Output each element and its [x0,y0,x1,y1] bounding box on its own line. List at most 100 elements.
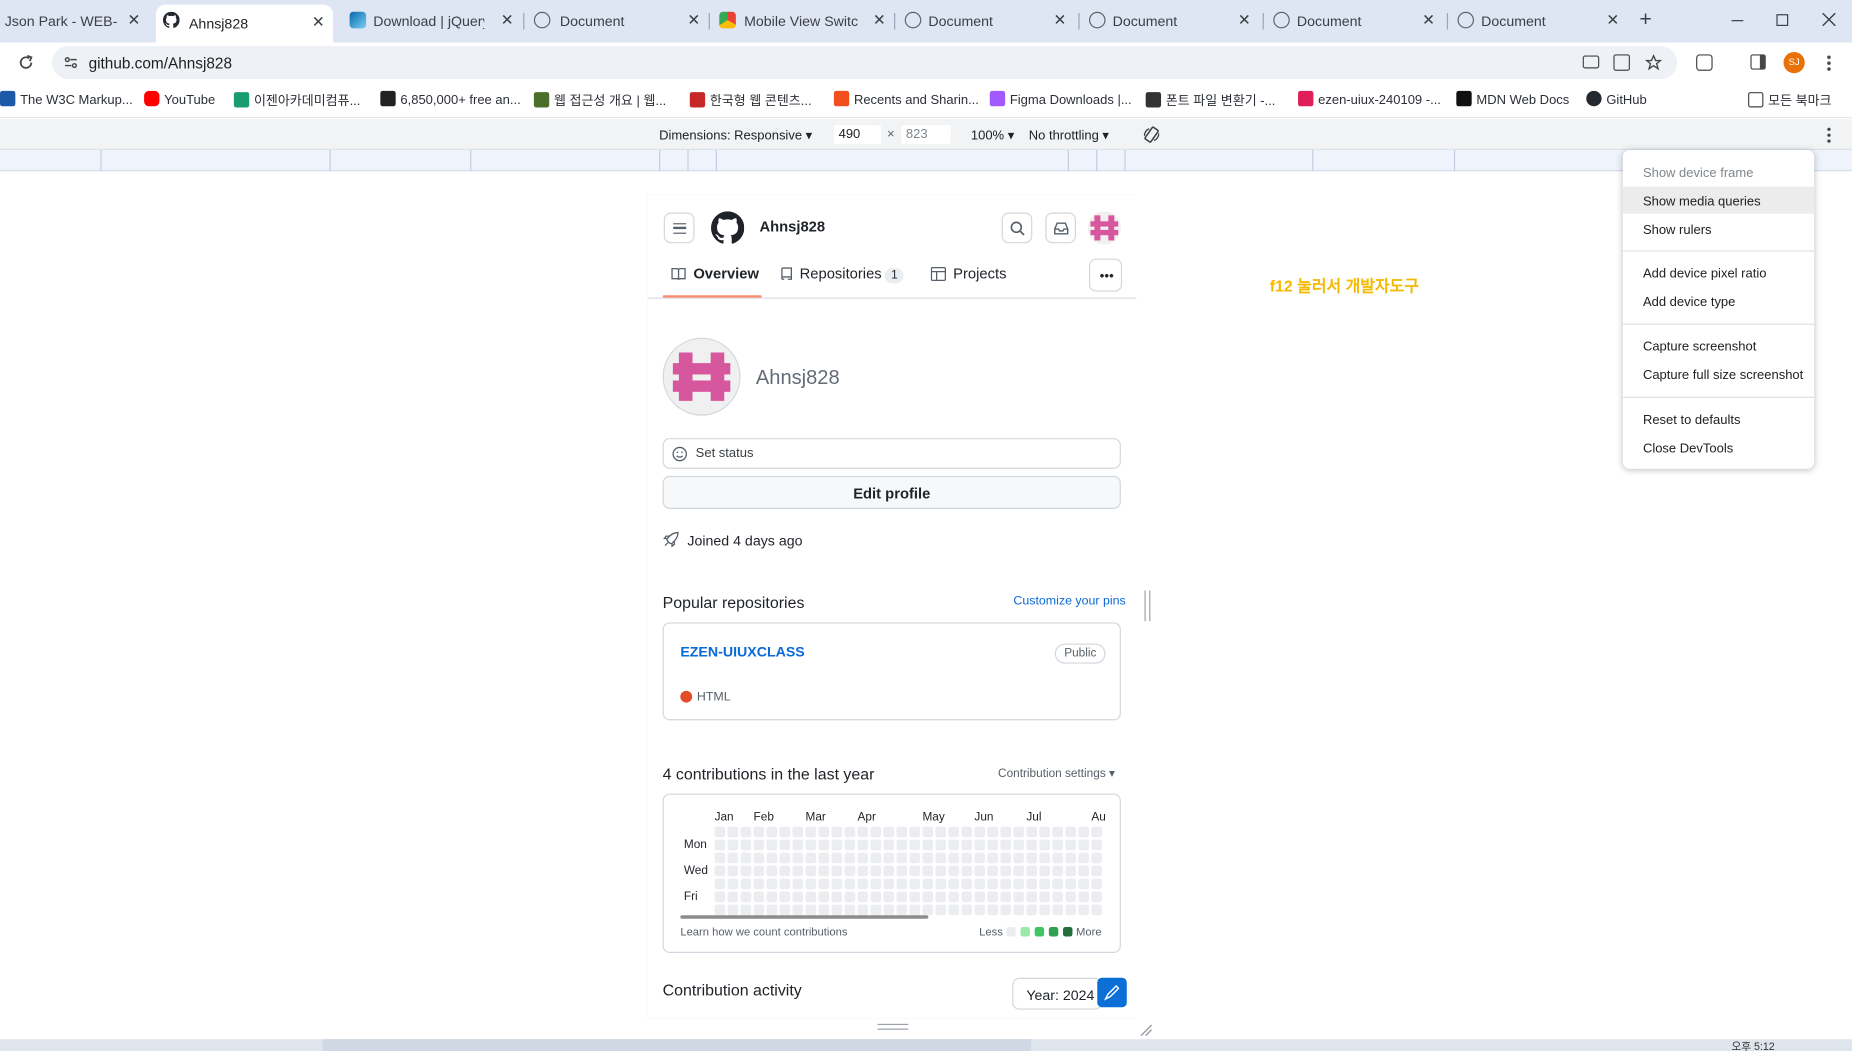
tab-6[interactable]: Document ✕ [1082,5,1262,38]
contribution-day[interactable] [870,904,882,916]
tab-overview[interactable]: Overview [671,266,759,282]
contribution-day[interactable] [779,826,791,838]
contribution-day[interactable] [844,891,856,903]
contribution-settings-dropdown[interactable]: Contribution settings ▾ [998,768,1115,781]
contribution-day[interactable] [1013,878,1025,890]
contribution-day[interactable] [896,852,908,864]
tab-close-icon[interactable]: ✕ [873,11,886,30]
contribution-day[interactable] [766,865,778,877]
contribution-day[interactable] [1026,878,1038,890]
contribution-day[interactable] [922,904,934,916]
contribution-day[interactable] [987,865,999,877]
tab-close-icon[interactable]: ✕ [1238,11,1251,30]
contribution-day[interactable] [948,826,960,838]
contribution-day[interactable] [727,839,739,851]
contribution-day[interactable] [792,904,804,916]
bottom-resize-handle[interactable] [877,1023,909,1030]
contribution-day[interactable] [1052,904,1064,916]
contribution-day[interactable] [987,839,999,851]
contribution-day[interactable] [935,826,947,838]
contribution-day[interactable] [831,891,843,903]
contribution-day[interactable] [740,865,752,877]
contribution-day[interactable] [740,852,752,864]
contribution-day[interactable] [870,891,882,903]
contribution-day[interactable] [766,891,778,903]
tab-close-icon[interactable]: ✕ [1422,11,1435,30]
contribution-day[interactable] [714,852,726,864]
contribution-day[interactable] [844,826,856,838]
contribution-day[interactable] [740,839,752,851]
contribution-day[interactable] [1013,852,1025,864]
contribution-day[interactable] [922,891,934,903]
new-tab-button[interactable]: + [1639,7,1651,32]
contribution-day[interactable] [818,865,830,877]
contribution-day[interactable] [896,904,908,916]
contribution-day[interactable] [779,891,791,903]
contribution-day[interactable] [857,852,869,864]
contribution-day[interactable] [870,878,882,890]
contribution-day[interactable] [1026,852,1038,864]
contribution-day[interactable] [987,826,999,838]
contribution-day[interactable] [961,826,973,838]
contribution-day[interactable] [818,878,830,890]
contribution-day[interactable] [1039,865,1051,877]
profile-avatar[interactable]: SJ [1783,51,1805,74]
contribution-day[interactable] [857,878,869,890]
set-status-button[interactable]: Set status [662,438,1121,469]
tab-0[interactable]: Json Park - WEB-UIU ✕ [0,5,151,38]
tab-close-icon[interactable]: ✕ [1054,11,1067,30]
bookmark-w3c[interactable]: The W3C Markup... [0,90,133,107]
translate-icon[interactable] [1613,54,1630,71]
bookmark-slack[interactable]: ezen-uiux-240109 -... [1298,90,1441,107]
contribution-day[interactable] [1013,891,1025,903]
contribution-day[interactable] [1078,839,1089,851]
contribution-day[interactable] [1000,839,1012,851]
contribution-day[interactable] [948,839,960,851]
width-input[interactable]: 490 [833,125,882,145]
contribution-day[interactable] [961,839,973,851]
contribution-day[interactable] [1091,852,1102,864]
contribution-day[interactable] [1039,891,1051,903]
bookmark-ezen[interactable]: 이젠아카데미컴퓨... [233,91,360,110]
contribution-day[interactable] [779,904,791,916]
contribution-day[interactable] [1000,865,1012,877]
contribution-day[interactable] [896,878,908,890]
contribution-day[interactable] [883,891,895,903]
contribution-day[interactable] [753,852,765,864]
contribution-day[interactable] [1078,852,1089,864]
contribution-day[interactable] [974,852,986,864]
contribution-day[interactable] [987,878,999,890]
contribution-day[interactable] [753,865,765,877]
menu-add-device-type[interactable]: Add device type [1643,295,1735,309]
contribution-day[interactable] [727,891,739,903]
contribution-day[interactable] [818,852,830,864]
contribution-day[interactable] [818,826,830,838]
contribution-day[interactable] [1065,839,1077,851]
contribution-day[interactable] [727,904,739,916]
contribution-day[interactable] [1052,852,1064,864]
contribution-day[interactable] [1000,826,1012,838]
contribution-day[interactable] [909,878,921,890]
contribution-day[interactable] [740,878,752,890]
contribution-day[interactable] [870,839,882,851]
contribution-day[interactable] [1078,904,1089,916]
contribution-day[interactable] [844,878,856,890]
bookmark-font-converter[interactable]: 폰트 파일 변환기 -... [1145,91,1275,110]
search-button[interactable] [1001,212,1033,244]
repo-name-link[interactable]: EZEN-UIUXCLASS [680,644,804,661]
contribution-day[interactable] [870,865,882,877]
contribution-day[interactable] [1065,891,1077,903]
dimensions-select[interactable]: Dimensions: Responsive ▾ [659,128,812,143]
contribution-day[interactable] [714,891,726,903]
contribution-day[interactable] [1052,878,1064,890]
contribution-day[interactable] [948,865,960,877]
menu-reset-to-defaults[interactable]: Reset to defaults [1643,413,1741,427]
contribution-day[interactable] [805,852,817,864]
contribution-day[interactable] [1000,878,1012,890]
menu-show-media-queries[interactable]: Show media queries [1643,195,1761,209]
bookmark-figma-downloads[interactable]: Figma Downloads |... [989,90,1132,107]
bookmark-github[interactable]: GitHub [1586,90,1647,107]
contribution-day[interactable] [948,904,960,916]
contribution-day[interactable] [896,826,908,838]
reload-icon[interactable] [18,54,35,71]
